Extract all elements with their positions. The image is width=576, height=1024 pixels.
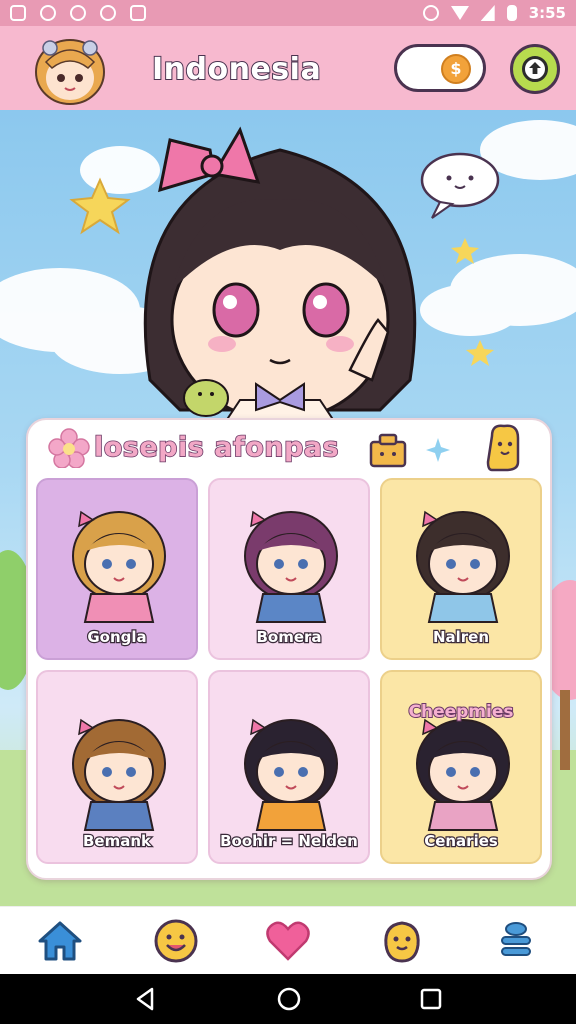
page-title: Indonesia — [151, 51, 322, 88]
notification-6-icon — [40, 5, 56, 21]
status-bar: 3:55 — [0, 0, 576, 26]
flower-icon — [48, 428, 90, 468]
smile-icon — [154, 919, 198, 963]
speech-bubble-icon — [420, 152, 500, 219]
signal-icon — [480, 5, 495, 21]
heart-icon — [266, 921, 310, 961]
chick-icon — [384, 921, 420, 963]
character-card[interactable]: Gongla — [36, 478, 198, 660]
character-name: Cenaries — [423, 831, 499, 851]
character-card[interactable]: Boohir = Nelden — [208, 670, 370, 864]
gallery-icon — [10, 5, 26, 21]
nav-chick-button[interactable] — [376, 915, 428, 967]
menu-stack-icon — [501, 922, 531, 956]
tile-badge-label: Cheepmies — [408, 701, 515, 723]
notification-6b-icon — [70, 5, 86, 21]
character-name: Bemank — [82, 831, 152, 851]
mascot-icon[interactable] — [484, 422, 524, 472]
gift-box-icon[interactable] — [368, 432, 408, 468]
character-name: Bomera — [255, 627, 322, 647]
sparkle-icon — [426, 438, 450, 462]
coin-toggle[interactable]: $ — [394, 44, 486, 92]
settings-button[interactable] — [510, 44, 560, 94]
nav-menu-button[interactable] — [490, 915, 542, 967]
wifi-icon — [450, 6, 469, 20]
app-icon — [130, 5, 146, 21]
character-grid: Gongla Bomera Nalren Bemank Boohir = Nelden C… — [36, 478, 546, 864]
system-nav-bar — [0, 974, 576, 1024]
recents-icon[interactable] — [418, 986, 444, 1012]
back-icon[interactable] — [132, 986, 158, 1012]
nav-home-button[interactable] — [34, 915, 86, 967]
panel-header: losepis afonpas — [28, 420, 554, 478]
top-app-bar: Indonesia $ — [0, 26, 576, 110]
nav-favorites-button[interactable] — [262, 915, 314, 967]
character-name: Nalren — [432, 627, 490, 647]
main-character-illustration — [143, 126, 417, 431]
character-name: Boohir = Nelden — [219, 831, 359, 851]
clock-icon — [100, 5, 116, 21]
panel-title: losepis afonpas — [93, 431, 340, 464]
coin-icon: $ — [441, 54, 471, 84]
character-card[interactable]: Nalren — [380, 478, 542, 660]
character-card[interactable]: Bomera — [208, 478, 370, 660]
home-system-icon[interactable] — [276, 986, 302, 1012]
character-panel: losepis afonpas Gongla Bomera Nalren Bemank… — [26, 418, 552, 880]
character-card[interactable]: Cheepmies Cenaries — [380, 670, 542, 864]
status-time: 3:55 — [528, 4, 566, 22]
profile-avatar-icon[interactable] — [30, 32, 110, 106]
settings-icon — [522, 56, 548, 82]
battery-icon — [506, 5, 517, 21]
character-name: Gongla — [86, 627, 148, 647]
home-icon — [38, 921, 82, 961]
nav-smile-button[interactable] — [150, 915, 202, 967]
character-card[interactable]: Bemank — [36, 670, 198, 864]
alarm-icon — [422, 5, 439, 21]
bottom-nav — [0, 906, 576, 974]
